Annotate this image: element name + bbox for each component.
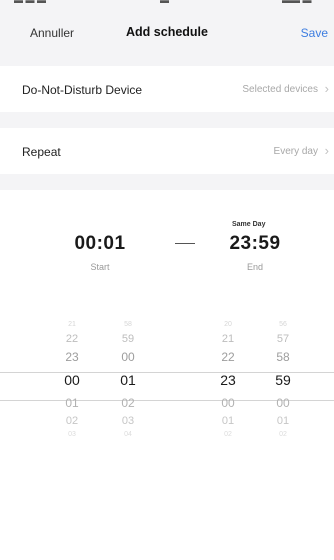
status-bar-right: ▬▬ ▬ xyxy=(282,0,312,5)
picker-value-selected[interactable]: 59 xyxy=(263,366,303,394)
end-time-block[interactable]: 23:59 End xyxy=(220,233,290,272)
repeat-row[interactable]: Repeat Every day › xyxy=(0,128,334,174)
start-time-block[interactable]: 00:01 Start xyxy=(60,233,140,272)
picker-value[interactable]: 01 xyxy=(52,394,92,412)
picker-value[interactable]: 20 xyxy=(208,320,248,330)
section-gap xyxy=(0,174,334,190)
dnd-device-value: Selected devices xyxy=(242,84,318,95)
same-day-note: Same Day xyxy=(232,221,266,228)
picker-value[interactable]: 58 xyxy=(263,348,303,366)
picker-value[interactable]: 56 xyxy=(263,320,303,330)
page-title: Add schedule xyxy=(126,25,208,39)
picker-value[interactable]: 21 xyxy=(208,330,248,348)
save-button[interactable]: Save xyxy=(301,26,328,40)
picker-value[interactable]: 00 xyxy=(263,394,303,412)
picker-value[interactable]: 02 xyxy=(263,430,303,440)
picker-value[interactable]: 57 xyxy=(263,330,303,348)
picker-value-selected[interactable]: 01 xyxy=(108,366,148,394)
picker-column-end-minute[interactable]: 56 57 58 59 00 01 02 xyxy=(263,320,303,440)
chevron-right-icon: › xyxy=(324,81,329,96)
picker-value[interactable]: 00 xyxy=(208,394,248,412)
section-gap xyxy=(0,112,334,128)
picker-column-start-minute[interactable]: 58 59 00 01 02 03 04 xyxy=(108,320,148,440)
picker-value[interactable]: 01 xyxy=(263,412,303,430)
section-gap xyxy=(0,56,334,66)
status-bar-left: ▬ ▬ ▬ xyxy=(14,0,47,5)
chevron-right-icon: › xyxy=(324,143,329,158)
dnd-device-label: Do-Not-Disturb Device xyxy=(22,83,143,97)
picker-value[interactable]: 02 xyxy=(208,430,248,440)
repeat-label: Repeat xyxy=(22,145,61,159)
picker-value[interactable]: 00 xyxy=(108,348,148,366)
picker-value[interactable]: 01 xyxy=(208,412,248,430)
picker-value[interactable]: 59 xyxy=(108,330,148,348)
picker-value[interactable]: 58 xyxy=(108,320,148,330)
picker-value[interactable]: 02 xyxy=(52,412,92,430)
start-time: 00:01 xyxy=(74,233,126,254)
picker-value-selected[interactable]: 00 xyxy=(52,366,92,394)
picker-value[interactable]: 23 xyxy=(52,348,92,366)
status-bar-center: ▬ xyxy=(160,0,169,5)
picker-value[interactable]: 03 xyxy=(108,412,148,430)
repeat-value: Every day xyxy=(273,146,318,157)
picker-value[interactable]: 02 xyxy=(108,394,148,412)
dash-separator xyxy=(175,243,195,244)
status-bar: ▬ ▬ ▬ ▬ ▬▬ ▬ xyxy=(0,0,334,14)
end-label: End xyxy=(246,262,263,272)
dnd-device-row[interactable]: Do-Not-Disturb Device Selected devices › xyxy=(0,66,334,112)
picker-value[interactable]: 21 xyxy=(52,320,92,330)
picker-value-selected[interactable]: 23 xyxy=(208,366,248,394)
picker-value[interactable]: 22 xyxy=(52,330,92,348)
start-label: Start xyxy=(90,262,110,272)
picker-value[interactable]: 03 xyxy=(52,430,92,440)
picker-column-start-hour[interactable]: 21 22 23 00 01 02 03 xyxy=(52,320,92,440)
picker-value[interactable]: 22 xyxy=(208,348,248,366)
picker-value[interactable]: 04 xyxy=(108,430,148,440)
nav-bar: Annuller Add schedule Save xyxy=(0,14,334,56)
picker-column-end-hour[interactable]: 20 21 22 23 00 01 02 xyxy=(208,320,248,440)
end-time: 23:59 xyxy=(229,233,281,254)
